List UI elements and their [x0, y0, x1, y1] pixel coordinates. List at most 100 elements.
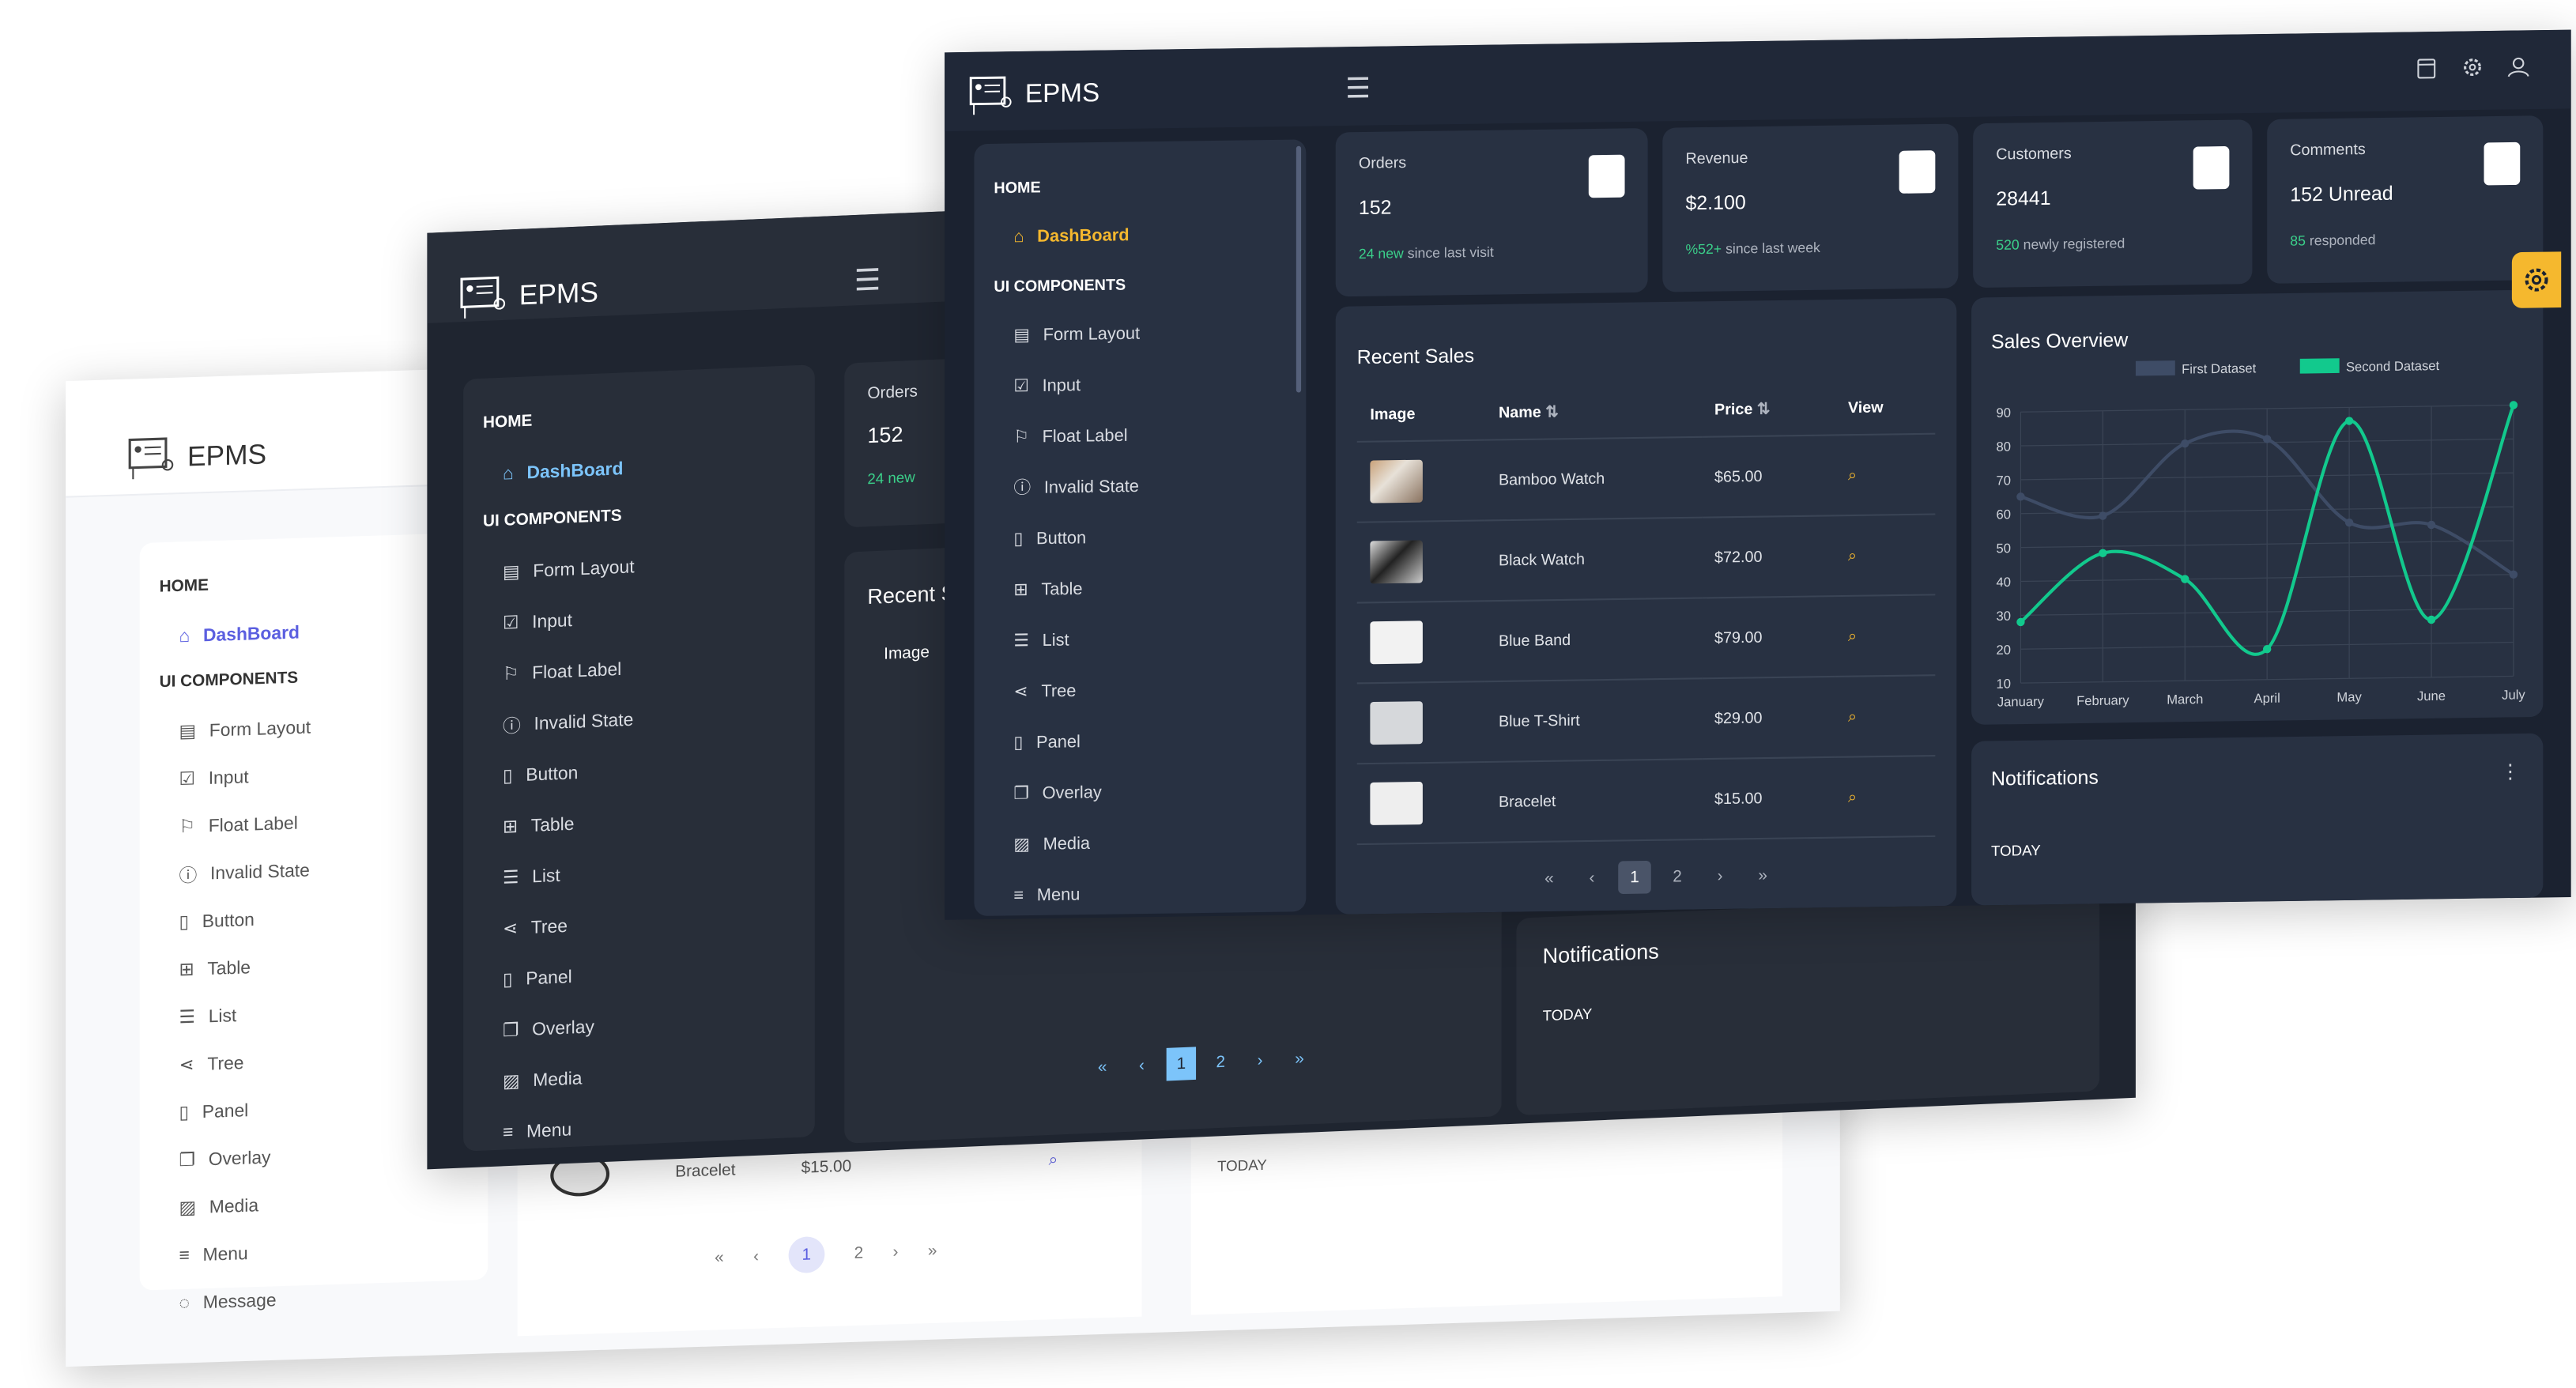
notifications-today: TODAY: [1543, 986, 2073, 1024]
card-subtext: %52+ since last week: [1685, 237, 1935, 257]
card-value: 152: [1359, 192, 1625, 219]
legend-swatch: [2136, 360, 2175, 375]
sidebar-menu: HOME ⌂DashBoard UI COMPONENTS ▤Form Layo…: [974, 139, 1306, 916]
menu-item-panel[interactable]: ▯Panel: [994, 713, 1286, 768]
table-row: Blue Band $79.00 ⌕: [1357, 594, 1936, 683]
sales-overview-panel: Sales Overview 102030405060708090January…: [1971, 289, 2543, 724]
menu-item-list[interactable]: ☰List: [994, 611, 1286, 666]
table-icon: ⊞: [179, 959, 194, 981]
menu-item-menu[interactable]: ≡Menu: [994, 866, 1286, 919]
search-icon[interactable]: ⌕: [1848, 546, 1857, 564]
image-icon: ▨: [503, 1070, 520, 1092]
table-row: Blue T-Shirt $29.00 ⌕: [1357, 675, 1936, 764]
menu-item-overlay[interactable]: ❐Overlay: [994, 764, 1286, 819]
app-logo[interactable]: EPMS: [128, 434, 266, 481]
last-page-icon[interactable]: »: [1284, 1042, 1314, 1076]
x-tick-label: February: [2076, 692, 2129, 708]
menu-item-label: DashBoard: [526, 458, 623, 482]
last-page-icon[interactable]: »: [1746, 859, 1779, 892]
more-options-icon[interactable]: ⋮: [2500, 760, 2520, 783]
product-name: Blue T-Shirt: [1485, 678, 1701, 762]
menu-item-float-label[interactable]: ⚐Float Label: [994, 407, 1286, 462]
search-icon[interactable]: ⌕: [1848, 466, 1857, 485]
sales-overview-chart: 102030405060708090JanuaryFebruaryMarchAp…: [1971, 289, 2543, 724]
column-header-label: Price: [1714, 400, 1752, 419]
prev-page-icon[interactable]: ‹: [1127, 1048, 1156, 1082]
recent-sales-table: Image Name ⇅ Price ⇅ View Bamboo Watch $…: [1357, 380, 1936, 845]
search-icon[interactable]: ⌕: [1848, 627, 1857, 645]
menu-item-tree[interactable]: ⋖Tree: [994, 662, 1286, 718]
search-icon[interactable]: ⌕: [1848, 707, 1857, 726]
notifications-title: Notifications: [1543, 922, 2073, 968]
menu-item-table[interactable]: ⊞Table: [994, 560, 1286, 616]
y-tick-label: 90: [1996, 405, 2010, 421]
sort-icon[interactable]: ⇅: [1757, 400, 1771, 418]
card-highlight: 24 new: [1359, 245, 1404, 262]
product-name: Bracelet: [1485, 759, 1701, 843]
menu-toggle-icon[interactable]: ☰: [1345, 73, 1371, 106]
gear-icon[interactable]: [2461, 55, 2484, 79]
page-button[interactable]: 1: [1167, 1047, 1196, 1081]
y-tick-label: 70: [1996, 473, 2010, 488]
last-page-icon[interactable]: »: [928, 1242, 937, 1260]
next-page-icon[interactable]: ›: [1703, 859, 1737, 892]
product-price: $15.00: [801, 1157, 852, 1177]
menu-item-dashboard[interactable]: ⌂DashBoard: [160, 603, 469, 661]
page-button[interactable]: 1: [788, 1236, 824, 1273]
user-icon[interactable]: [2507, 55, 2530, 78]
menu-item-input[interactable]: ☑Input: [994, 356, 1286, 412]
search-icon[interactable]: ⌕: [1848, 788, 1857, 806]
next-page-icon[interactable]: ›: [893, 1243, 899, 1261]
search-icon[interactable]: ⌕: [1049, 1151, 1058, 1169]
bars-icon: ≡: [1013, 885, 1024, 905]
home-icon: ⌂: [179, 626, 190, 646]
app-name: EPMS: [187, 439, 266, 474]
menu-item-invalid-state[interactable]: ⓘInvalid State: [994, 458, 1286, 514]
menu-item-dashboard[interactable]: ⌂DashBoard: [994, 207, 1286, 262]
card-suffix: since last visit: [1408, 243, 1494, 261]
y-tick-label: 50: [1996, 541, 2010, 556]
page-button[interactable]: 2: [1661, 860, 1694, 893]
menu-item-form-layout[interactable]: ▤Form Layout: [994, 306, 1286, 361]
next-page-icon[interactable]: ›: [1245, 1043, 1274, 1077]
first-page-icon[interactable]: «: [715, 1248, 724, 1266]
menu-item-button[interactable]: ▯Button: [994, 509, 1286, 564]
card-suffix: since last week: [1726, 239, 1820, 256]
product-price: $29.00: [1701, 677, 1835, 759]
page-button[interactable]: 2: [1206, 1045, 1235, 1079]
calendar-icon[interactable]: [2415, 56, 2438, 80]
menu-item-label: Menu: [526, 1120, 571, 1141]
sort-icon[interactable]: ⇅: [1545, 403, 1559, 421]
clone-icon: ❐: [179, 1149, 196, 1171]
menu-item-message[interactable]: ◌Message: [160, 1270, 469, 1328]
app-logo[interactable]: EPMS: [969, 74, 1099, 118]
prev-page-icon[interactable]: ‹: [753, 1247, 759, 1265]
menu-item-label: Form Layout: [209, 718, 311, 741]
menu-item-media[interactable]: ▨Media: [994, 815, 1286, 870]
recent-sales-title: Recent Sales: [1357, 344, 1474, 368]
page-button[interactable]: 2: [854, 1244, 864, 1262]
menu-item-label: Table: [531, 814, 575, 835]
x-tick-label: January: [1997, 694, 2045, 710]
checkbox-icon: ☑: [1013, 375, 1029, 395]
config-button[interactable]: [2512, 251, 2561, 308]
menu-toggle-icon[interactable]: ☰: [854, 263, 881, 299]
topbar: EPMS ☰: [945, 30, 2571, 131]
data-point: [2510, 401, 2518, 409]
page-button[interactable]: 1: [1618, 861, 1651, 894]
list-icon: ☰: [1013, 630, 1029, 650]
app-logo[interactable]: EPMS: [460, 272, 598, 320]
sidebar-scrollbar[interactable]: [1296, 146, 1301, 393]
menu-item-label: Invalid State: [1044, 476, 1139, 497]
menu-item-dashboard[interactable]: ⌂DashBoard: [483, 436, 795, 500]
price-column-header[interactable]: Price ⇅: [1701, 382, 1835, 437]
notifications-panel: Notifications ⋮ TODAY: [1971, 734, 2543, 906]
menu-item-label: Tree: [1041, 681, 1076, 701]
prev-page-icon[interactable]: ‹: [1575, 862, 1609, 895]
menu-section-ui: UI COMPONENTS: [994, 274, 1286, 296]
first-page-icon[interactable]: «: [1088, 1050, 1117, 1084]
first-page-icon[interactable]: «: [1533, 862, 1566, 895]
name-column-header[interactable]: Name ⇅: [1485, 383, 1701, 439]
menu-item-label: Form Layout: [1043, 323, 1141, 345]
menu-item-label: Button: [526, 763, 578, 785]
